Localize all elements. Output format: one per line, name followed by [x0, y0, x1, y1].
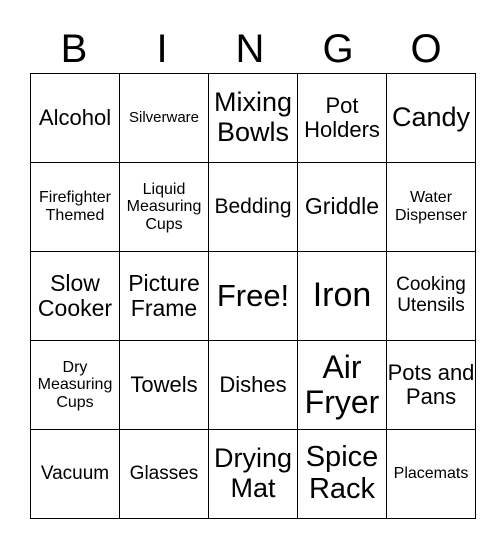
bingo-cell[interactable]: Alcohol — [30, 73, 120, 163]
bingo-cell[interactable]: Slow Cooker — [30, 251, 120, 341]
grid-row: Alcohol Silverware Mixing Bowls Pot Hold… — [30, 73, 476, 163]
header-letter: O — [410, 27, 442, 71]
bingo-cell[interactable]: Placemats — [386, 429, 476, 519]
bingo-cell[interactable]: Pot Holders — [297, 73, 387, 163]
header-letter: I — [156, 27, 168, 71]
bingo-cell[interactable]: Towels — [119, 340, 209, 430]
bingo-cell[interactable]: Water Dispenser — [386, 162, 476, 252]
header-letter: G — [322, 27, 354, 71]
bingo-cell[interactable]: Griddle — [297, 162, 387, 252]
bingo-cell[interactable]: Firefighter Themed — [30, 162, 120, 252]
bingo-cell[interactable]: Pots and Pans — [386, 340, 476, 430]
bingo-cell[interactable]: Spice Rack — [297, 429, 387, 519]
bingo-cell[interactable]: Liquid Measuring Cups — [119, 162, 209, 252]
bingo-cell[interactable]: Candy — [386, 73, 476, 163]
grid-row: Firefighter Themed Liquid Measuring Cups… — [30, 162, 476, 252]
grid-row: Dry Measuring Cups Towels Dishes Air Fry… — [30, 340, 476, 430]
header-letter: N — [235, 27, 265, 71]
header-letter: B — [60, 27, 88, 71]
grid-row: Vacuum Glasses Drying Mat Spice Rack Pla… — [30, 429, 476, 519]
bingo-cell[interactable]: Air Fryer — [297, 340, 387, 430]
free-cell[interactable]: Free! — [208, 251, 298, 341]
bingo-header: B I N G O — [30, 26, 470, 72]
bingo-cell[interactable]: Dishes — [208, 340, 298, 430]
bingo-cell[interactable]: Vacuum — [30, 429, 120, 519]
bingo-cell[interactable]: Iron — [297, 251, 387, 341]
bingo-cell[interactable]: Glasses — [119, 429, 209, 519]
bingo-cell[interactable]: Dry Measuring Cups — [30, 340, 120, 430]
bingo-cell[interactable]: Cooking Utensils — [386, 251, 476, 341]
bingo-cell[interactable]: Mixing Bowls — [208, 73, 298, 163]
bingo-cell[interactable]: Drying Mat — [208, 429, 298, 519]
bingo-cell[interactable]: Silverware — [119, 73, 209, 163]
bingo-cell[interactable]: Picture Frame — [119, 251, 209, 341]
bingo-cell[interactable]: Bedding — [208, 162, 298, 252]
grid-row: Slow Cooker Picture Frame Free! Iron Coo… — [30, 251, 476, 341]
bingo-grid: Alcohol Silverware Mixing Bowls Pot Hold… — [30, 73, 476, 519]
